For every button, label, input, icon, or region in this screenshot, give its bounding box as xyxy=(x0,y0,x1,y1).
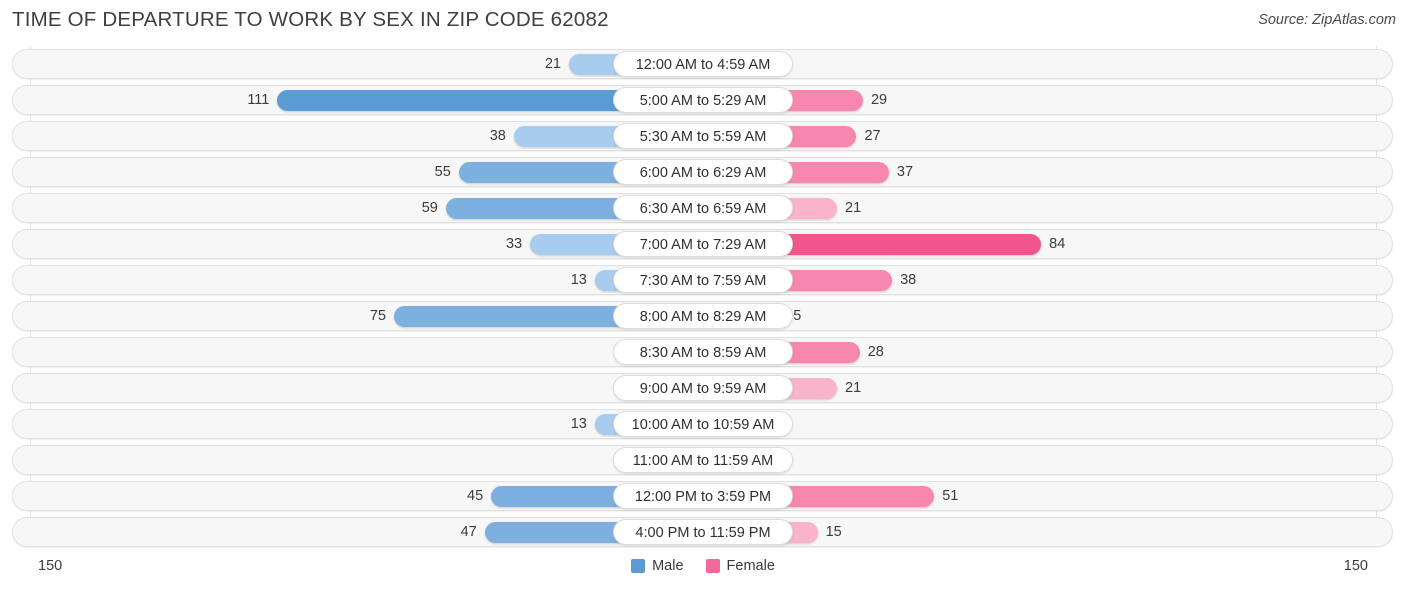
chart-header: TIME OF DEPARTURE TO WORK BY SEX IN ZIP … xyxy=(0,0,1406,40)
value-label-female: 37 xyxy=(896,164,914,180)
legend-label-female: Female xyxy=(726,558,775,574)
value-label-male: 13 xyxy=(570,416,587,432)
category-label: 7:30 AM to 7:59 AM xyxy=(613,267,793,293)
chart-row: 21012:00 AM to 4:59 AM xyxy=(0,46,1406,82)
value-label-male: 111 xyxy=(247,92,270,108)
category-label: 8:30 AM to 8:59 AM xyxy=(613,339,793,365)
value-label-female: 5 xyxy=(793,308,802,324)
legend-swatch-male-icon xyxy=(631,559,646,573)
legend-swatch-female-icon xyxy=(705,559,720,573)
value-label-male: 21 xyxy=(544,56,561,72)
category-label: 9:00 AM to 9:59 AM xyxy=(613,375,793,401)
chart-row: 111 29 5:00 AM to 5:29 AM xyxy=(0,82,1406,118)
value-label-female: 38 xyxy=(900,272,917,288)
chart-row: 13010:00 AM to 10:59 AM xyxy=(0,406,1406,442)
value-label-male: 75 xyxy=(369,308,386,324)
value-label-female: 84 xyxy=(1049,236,1066,252)
chart-row: 38 27 5:30 AM to 5:59 AM xyxy=(0,118,1406,154)
category-label: 4:00 PM to 11:59 PM xyxy=(613,519,793,545)
category-label: 5:30 AM to 5:59 AM xyxy=(613,123,793,149)
chart-row: 13 38 7:30 AM to 7:59 AM xyxy=(0,262,1406,298)
category-label: 6:30 AM to 6:59 AM xyxy=(613,195,793,221)
chart-legend: Male Female xyxy=(0,558,1406,574)
chart-row: 59 21 6:30 AM to 6:59 AM xyxy=(0,190,1406,226)
category-label: 11:00 AM to 11:59 AM xyxy=(613,447,793,473)
category-label: 10:00 AM to 10:59 AM xyxy=(613,411,793,437)
source-attribution: Source: ZipAtlas.com xyxy=(1258,12,1396,28)
value-label-female: 27 xyxy=(864,128,881,144)
page-title: TIME OF DEPARTURE TO WORK BY SEX IN ZIP … xyxy=(12,8,609,31)
value-label-female: 21 xyxy=(845,200,862,216)
value-label-female: 29 xyxy=(870,92,888,108)
legend-label-male: Male xyxy=(652,558,684,574)
chart-row: 33 84 7:00 AM to 7:29 AM xyxy=(0,226,1406,262)
value-label-male: 13 xyxy=(570,272,587,288)
value-label-male: 47 xyxy=(460,524,477,540)
value-label-male: 0 xyxy=(0,452,629,469)
legend-item-female[interactable]: Female xyxy=(705,558,775,574)
value-label-male: 0 xyxy=(0,344,629,361)
value-label-female: 51 xyxy=(942,488,959,504)
legend-item-male[interactable]: Male xyxy=(631,558,684,574)
chart-row: 45 51 12:00 PM to 3:59 PM xyxy=(0,478,1406,514)
category-label: 7:00 AM to 7:29 AM xyxy=(613,231,793,257)
chart-row: 47 15 4:00 PM to 11:59 PM xyxy=(0,514,1406,550)
category-label: 12:00 PM to 3:59 PM xyxy=(613,483,793,509)
value-label-male: 0 xyxy=(0,380,629,397)
chart-rows: 21012:00 AM to 4:59 AM111295:00 AM to 5:… xyxy=(0,46,1406,550)
chart-footer: 150 150 Male Female xyxy=(0,552,1406,594)
value-label-male: 45 xyxy=(467,488,484,504)
value-label-female: 28 xyxy=(867,344,884,360)
category-label: 5:00 AM to 5:29 AM xyxy=(613,87,793,113)
category-label: 6:00 AM to 6:29 AM xyxy=(613,159,793,185)
category-label: 8:00 AM to 8:29 AM xyxy=(613,303,793,329)
category-label: 12:00 AM to 4:59 AM xyxy=(613,51,793,77)
chart-row: 75 5 8:00 AM to 8:29 AM xyxy=(0,298,1406,334)
value-label-male: 33 xyxy=(505,236,523,252)
chart-row: 0011:00 AM to 11:59 AM xyxy=(0,442,1406,478)
value-label-female: 15 xyxy=(825,524,842,540)
value-label-male: 55 xyxy=(434,164,451,180)
value-label-male: 59 xyxy=(421,200,438,216)
value-label-female: 21 xyxy=(845,380,862,396)
chart-plot-area: 21012:00 AM to 4:59 AM111295:00 AM to 5:… xyxy=(0,46,1406,547)
chart-row: 0 28 8:30 AM to 8:59 AM xyxy=(0,334,1406,370)
value-label-male: 38 xyxy=(489,128,506,144)
chart-row: 0 21 9:00 AM to 9:59 AM xyxy=(0,370,1406,406)
chart-row: 55 37 6:00 AM to 6:29 AM xyxy=(0,154,1406,190)
